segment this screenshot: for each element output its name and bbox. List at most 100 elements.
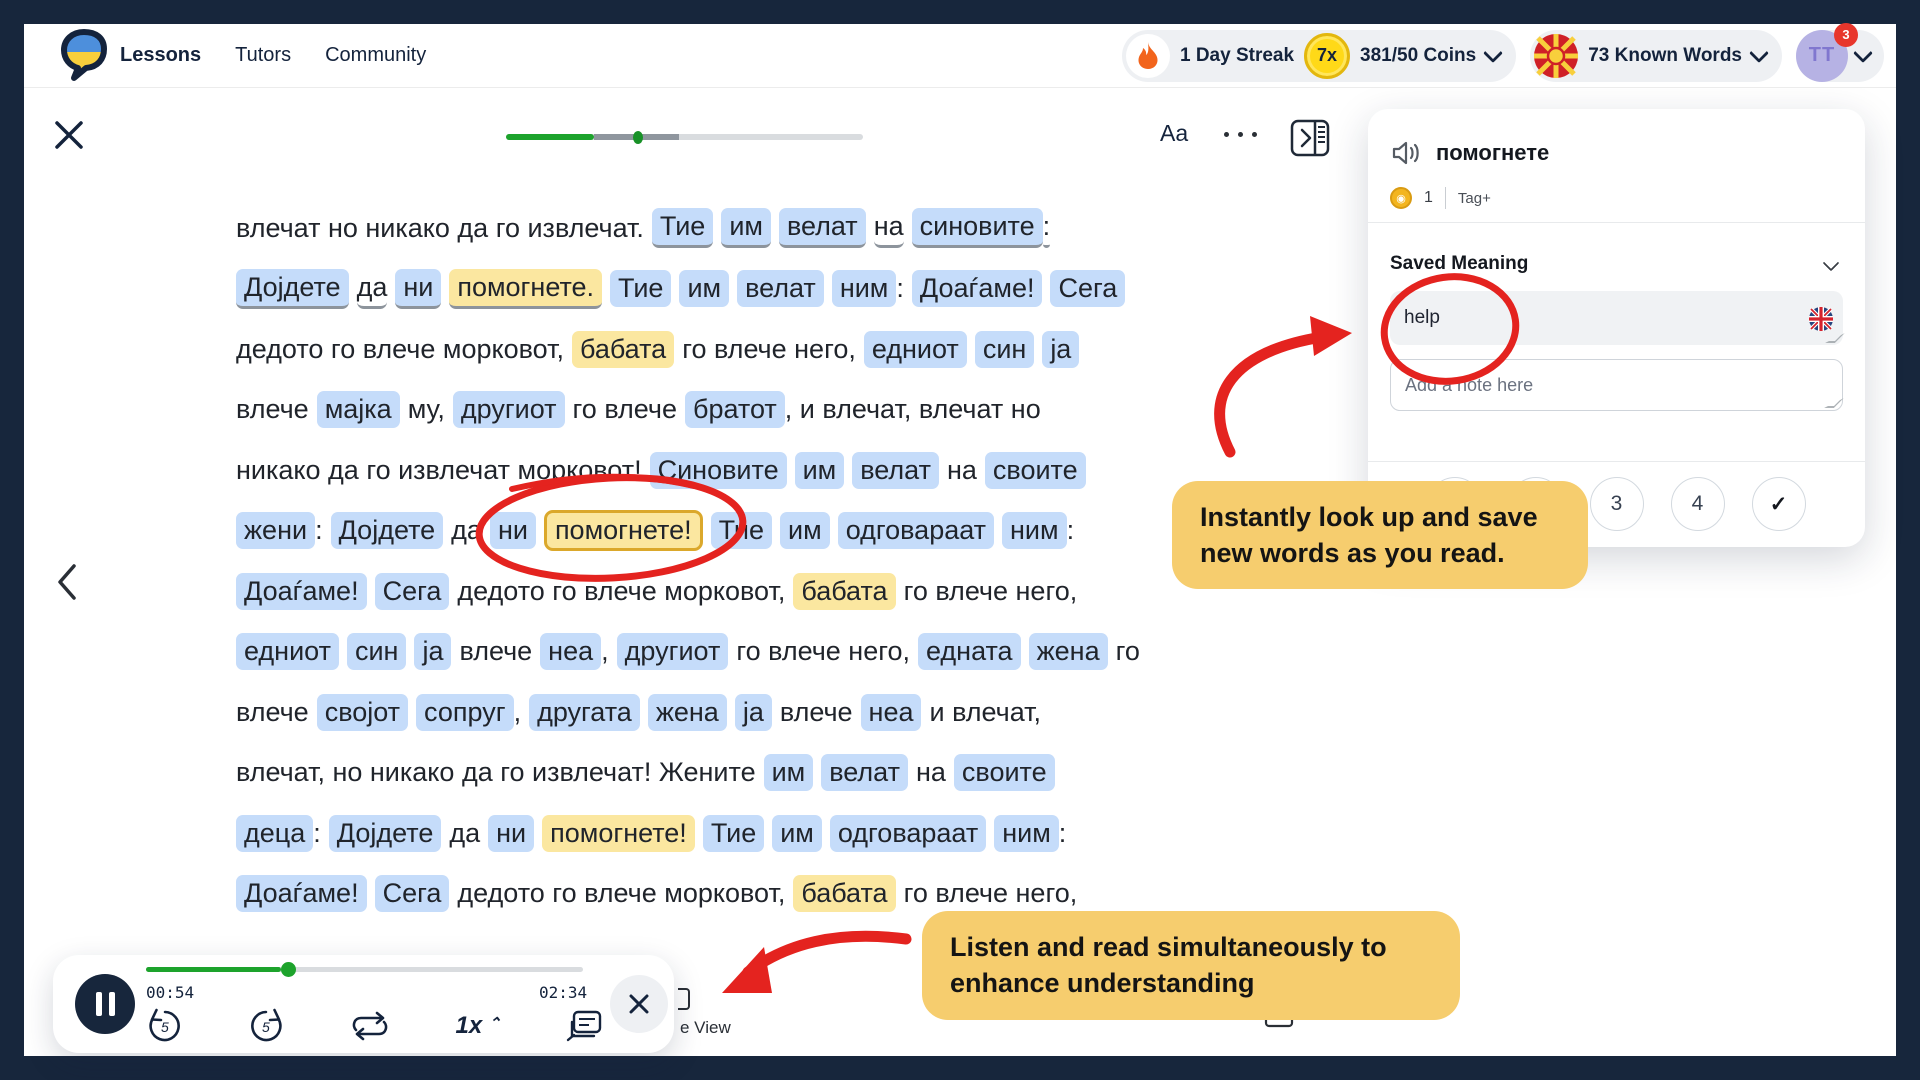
app-logo-icon[interactable]	[60, 27, 108, 83]
more-options-button[interactable]	[1224, 132, 1257, 137]
nav-item-lessons[interactable]: Lessons	[120, 44, 201, 67]
streak-coins-pill[interactable]: 1 Day Streak 7x 381/50 Coins	[1122, 30, 1516, 82]
rewind-5-button[interactable]: 5	[146, 1007, 184, 1045]
highlighted-word[interactable]: Дојдете	[236, 269, 349, 309]
highlighted-word[interactable]: велат	[737, 270, 824, 307]
progress-position-dot[interactable]	[633, 131, 643, 144]
rating-4-button[interactable]: 4	[1671, 477, 1725, 531]
pronounce-word-button[interactable]	[1390, 139, 1422, 167]
rating-3-button[interactable]: 3	[1590, 477, 1644, 531]
highlighted-word[interactable]: едниот	[236, 633, 339, 670]
highlighted-word[interactable]: синовите	[912, 208, 1043, 248]
note-input[interactable]: Add a note here	[1390, 359, 1843, 411]
highlighted-word[interactable]: Тие	[652, 208, 713, 248]
highlighted-word[interactable]: велат	[821, 754, 908, 791]
resize-handle-icon[interactable]	[1824, 398, 1844, 408]
highlighted-word[interactable]: жена	[648, 694, 727, 731]
highlighted-word[interactable]: син	[347, 633, 407, 670]
highlighted-word[interactable]: Дојдете	[329, 815, 442, 852]
highlighted-word[interactable]: им	[764, 754, 814, 791]
nav-item-community[interactable]: Community	[325, 44, 426, 67]
highlighted-word[interactable]: Тие	[610, 270, 671, 307]
highlighted-word[interactable]: Синовите	[650, 452, 787, 489]
highlighted-word[interactable]: неа	[861, 694, 922, 731]
close-lesson-button[interactable]	[52, 118, 86, 152]
lesson-progress-bar[interactable]	[506, 134, 863, 140]
forward-5-button[interactable]: 5	[247, 1007, 285, 1045]
highlighted-word[interactable]: ја	[414, 633, 451, 670]
highlighted-word[interactable]: одговараат	[830, 815, 986, 852]
chevron-down-icon[interactable]	[1483, 43, 1503, 63]
highlighted-word[interactable]: едниот	[864, 331, 967, 368]
highlighted-word[interactable]: деца	[236, 815, 313, 852]
highlighted-word[interactable]: ни	[490, 512, 536, 549]
highlighted-word[interactable]: им	[721, 208, 771, 248]
highlighted-word[interactable]: ним	[1002, 512, 1067, 549]
pause-button[interactable]	[75, 974, 135, 1034]
profile-menu[interactable]: TT 3	[1796, 30, 1884, 82]
highlighted-word[interactable]: Тие	[711, 512, 772, 549]
highlighted-word[interactable]: ним	[832, 270, 897, 307]
highlighted-word[interactable]: помогнете!	[542, 815, 695, 852]
highlighted-word[interactable]: едната	[918, 633, 1021, 670]
highlighted-word[interactable]: другиот	[453, 391, 565, 428]
highlighted-word[interactable]: велат	[852, 452, 939, 489]
highlighted-word[interactable]: Сега	[1050, 270, 1125, 307]
highlighted-word[interactable]: бабата	[572, 331, 674, 368]
highlighted-word[interactable]: својот	[317, 694, 408, 731]
transcript-view-button[interactable]	[564, 1008, 604, 1044]
close-player-button[interactable]	[610, 975, 668, 1033]
highlighted-word[interactable]: им	[795, 452, 845, 489]
highlighted-word[interactable]: помогнете.	[449, 269, 602, 309]
highlighted-word[interactable]: ни	[395, 269, 441, 309]
highlighted-word[interactable]: Сега	[375, 573, 450, 610]
highlighted-word[interactable]: бабата	[793, 875, 895, 912]
highlighted-word[interactable]: Доаѓаме!	[236, 573, 367, 610]
sidebar-toggle-icon[interactable]	[1288, 116, 1332, 160]
highlighted-word[interactable]: другата	[529, 694, 640, 731]
highlighted-word[interactable]: велат	[779, 208, 866, 248]
font-settings-button[interactable]: Aa	[1160, 120, 1188, 147]
playback-speed-button[interactable]: 1x⌃	[456, 1012, 501, 1040]
previous-page-button[interactable]	[52, 560, 82, 604]
chevron-down-icon[interactable]	[1853, 43, 1873, 63]
highlighted-word[interactable]: жена	[1029, 633, 1108, 670]
highlighted-word[interactable]: Доаѓаме!	[236, 875, 367, 912]
english-flag-icon[interactable]	[1809, 307, 1833, 337]
highlighted-word[interactable]: своите	[985, 452, 1086, 489]
add-tag-button[interactable]: Tag+	[1458, 190, 1491, 207]
highlighted-word[interactable]: ним	[994, 815, 1059, 852]
highlighted-word[interactable]: им	[772, 815, 822, 852]
highlighted-word[interactable]: другиот	[617, 633, 729, 670]
chevron-down-icon[interactable]	[1749, 43, 1769, 63]
audio-progress-thumb[interactable]	[281, 962, 296, 977]
selected-word[interactable]: помогнете!	[544, 510, 703, 551]
highlighted-word[interactable]: мајка	[317, 391, 400, 428]
highlighted-word[interactable]: сопруг	[416, 694, 514, 731]
highlighted-word[interactable]: син	[975, 331, 1035, 368]
highlighted-word[interactable]: Тие	[703, 815, 764, 852]
page-view-label[interactable]: e View	[680, 1018, 731, 1038]
highlighted-word[interactable]: им	[780, 512, 830, 549]
highlighted-word[interactable]: бабата	[793, 573, 895, 610]
highlighted-word[interactable]: им	[679, 270, 729, 307]
highlighted-word[interactable]: своите	[954, 754, 1055, 791]
highlighted-word[interactable]: ни	[488, 815, 534, 852]
collapse-section-chevron-icon[interactable]	[1823, 255, 1840, 272]
audio-progress-bar[interactable]	[146, 967, 583, 972]
highlighted-word[interactable]: Доаѓаме!	[912, 270, 1043, 307]
rating-known-button[interactable]: ✓	[1752, 477, 1806, 531]
highlighted-word[interactable]: ја	[1042, 331, 1079, 368]
highlighted-word[interactable]: Сега	[375, 875, 450, 912]
page-view-icon[interactable]	[678, 988, 690, 1010]
highlighted-word[interactable]: братот	[685, 391, 785, 428]
known-words-pill[interactable]: 73 Known Words	[1530, 30, 1782, 82]
highlighted-word[interactable]: Дојдете	[331, 512, 444, 549]
highlighted-word[interactable]: одговараат	[838, 512, 994, 549]
highlighted-word[interactable]: ја	[735, 694, 772, 731]
nav-item-tutors[interactable]: Tutors	[235, 44, 291, 67]
highlighted-word[interactable]: неа	[540, 633, 601, 670]
loop-button[interactable]	[348, 1009, 392, 1043]
highlighted-word[interactable]: жени	[236, 512, 315, 549]
meaning-input[interactable]: help	[1390, 291, 1843, 345]
